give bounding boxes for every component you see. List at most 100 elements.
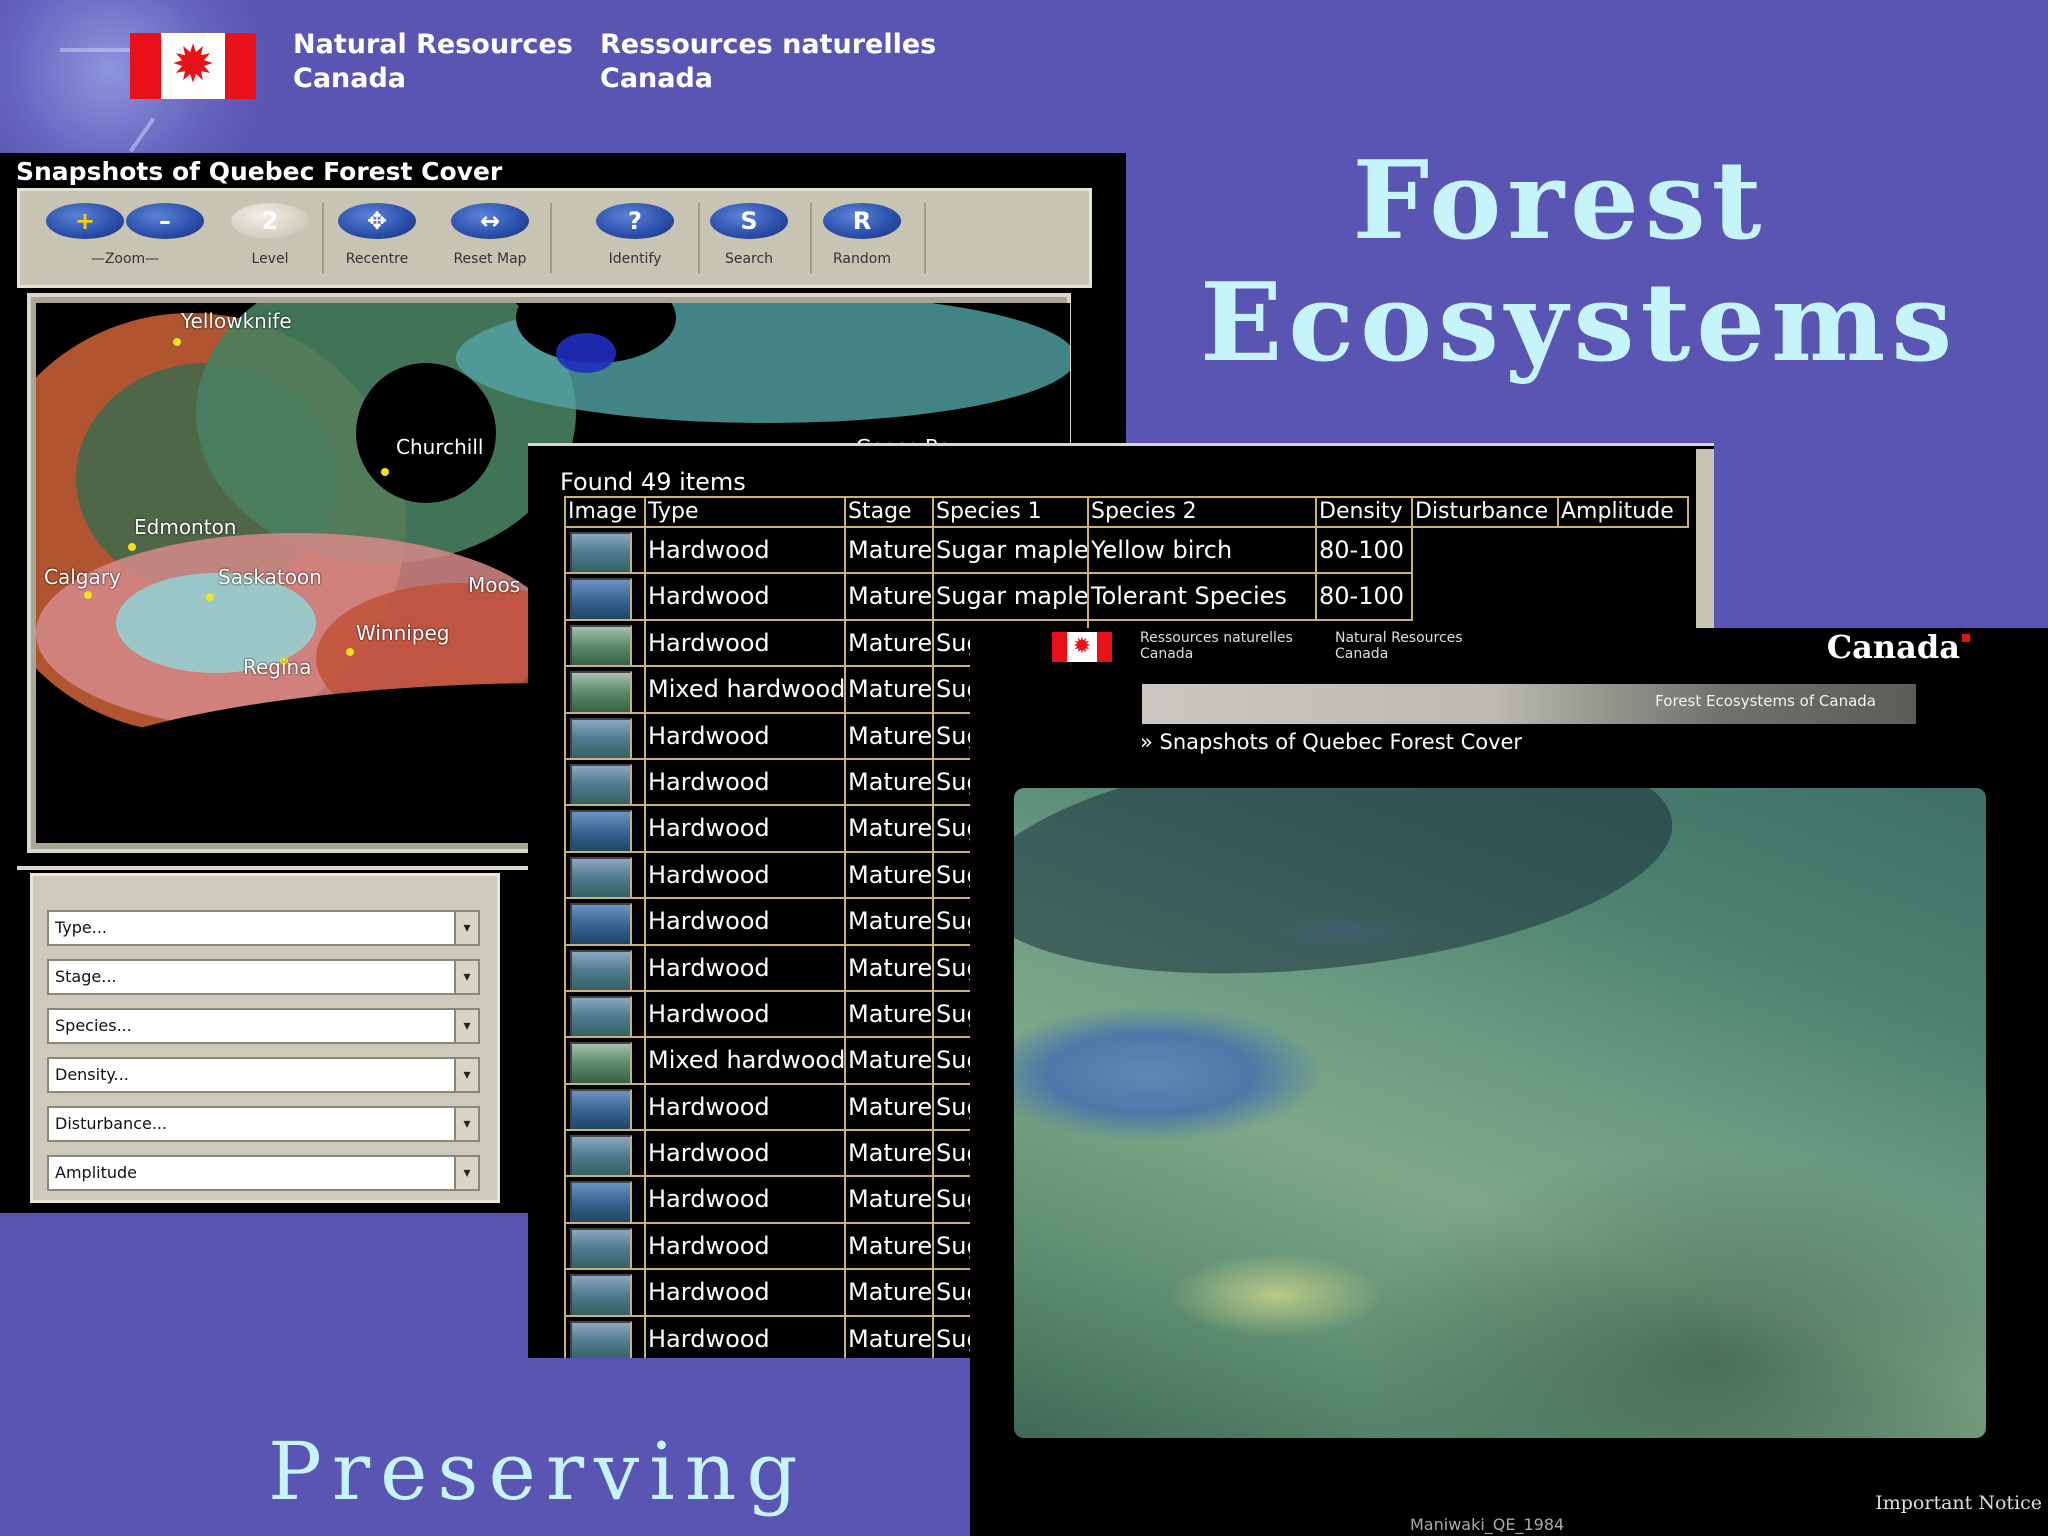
cell-type: Hardwood	[646, 1131, 846, 1178]
random-icon: R	[823, 203, 901, 239]
cell-density: 80-100	[1317, 574, 1413, 621]
map-label-winnipeg: Winnipeg	[356, 621, 450, 645]
canada-wordmark: Canada	[1827, 628, 1970, 666]
cell-type: Hardwood	[646, 759, 846, 807]
identify-icon: ?	[596, 203, 674, 239]
row-thumbnail[interactable]	[566, 620, 646, 668]
reset-map-button[interactable]: ↔ Reset Map	[445, 203, 535, 267]
important-notice-link[interactable]: Important Notice	[1875, 1492, 2042, 1514]
row-thumbnail[interactable]	[566, 1223, 646, 1271]
cell-type: Hardwood	[646, 1223, 846, 1271]
row-thumbnail[interactable]	[566, 1316, 646, 1358]
row-thumbnail[interactable]	[566, 1084, 646, 1132]
site-banner: Forest Ecosystems of Canada	[1142, 684, 1916, 724]
row-thumbnail[interactable]	[566, 806, 646, 853]
search-button[interactable]: S Search	[704, 203, 794, 267]
stage-select[interactable]: Stage... ▾	[47, 959, 480, 995]
column-header-species1[interactable]: Species 1	[934, 498, 1089, 528]
thumbnail-image	[570, 1135, 632, 1176]
cell-type: Hardwood	[646, 1177, 846, 1224]
row-thumbnail[interactable]	[566, 574, 646, 621]
photo-page-screenshot: ✹ Ressources naturelles Canada Natural R…	[970, 628, 2048, 1536]
column-header-type[interactable]: Type	[646, 498, 846, 528]
column-header-amplitude[interactable]: Amplitude	[1559, 498, 1689, 528]
cell-stage: Mature	[846, 852, 934, 900]
map-label-moos: Moos	[468, 573, 521, 597]
cell-species2: Yellow birch	[1089, 528, 1317, 575]
column-header-species2[interactable]: Species 2	[1089, 498, 1317, 528]
density-select[interactable]: Density... ▾	[47, 1057, 480, 1093]
row-thumbnail[interactable]	[566, 1177, 646, 1224]
type-select[interactable]: Type... ▾	[47, 910, 480, 946]
row-thumbnail[interactable]	[566, 945, 646, 992]
cell-type: Hardwood	[646, 899, 846, 946]
cell-stage: Mature	[846, 806, 934, 853]
cell-stage: Mature	[846, 991, 934, 1039]
recentre-button[interactable]: ✥ Recentre	[332, 203, 422, 267]
row-thumbnail[interactable]	[566, 1270, 646, 1317]
results-count: Found 49 items	[560, 468, 746, 496]
thumbnail-image	[570, 1227, 632, 1269]
map-label-regina: Regina	[243, 655, 312, 679]
column-header-stage[interactable]: Stage	[846, 498, 934, 528]
row-thumbnail[interactable]	[566, 899, 646, 946]
cell-species1: Sugar maple	[934, 528, 1089, 575]
map-label-yellowknife: Yellowknife	[181, 309, 292, 333]
random-button[interactable]: R Random	[817, 203, 907, 267]
species-select[interactable]: Species... ▾	[47, 1008, 480, 1044]
slide-title: Forest Ecosystems	[1200, 138, 1959, 386]
table-row[interactable]: Hardwood Mature Sugar maple Yellow birch 80-…	[566, 528, 1689, 575]
amplitude-select[interactable]: Amplitude ▾	[47, 1155, 480, 1191]
cell-type: Mixed hardwood	[646, 667, 846, 714]
zoom-out-button[interactable]: – —Zoom—	[91, 203, 210, 267]
identify-button[interactable]: ? Identify	[590, 203, 680, 267]
cell-type: Mixed hardwood	[646, 1038, 846, 1085]
scrollbar[interactable]	[1696, 449, 1714, 629]
cell-stage: Mature	[846, 1316, 934, 1358]
canada-flag-icon: ✹	[1052, 632, 1112, 662]
thumbnail-image	[570, 856, 632, 898]
thumbnail-image	[570, 578, 632, 619]
table-header: Image Type Stage Species 1 Species 2 Den…	[566, 496, 1689, 528]
reset-map-icon: ↔	[451, 203, 529, 239]
map-label-edmonton: Edmonton	[134, 515, 237, 539]
thumbnail-image	[570, 624, 632, 666]
cell-type: Hardwood	[646, 991, 846, 1039]
thumbnail-image	[570, 810, 632, 851]
row-thumbnail[interactable]	[566, 991, 646, 1039]
cell-stage: Mature	[846, 945, 934, 992]
thumbnail-image	[570, 1320, 632, 1358]
row-thumbnail[interactable]	[566, 528, 646, 575]
cell-density: 80-100	[1317, 528, 1413, 575]
map-label-calgary: Calgary	[44, 565, 121, 589]
maple-leaf-icon: ✹	[1072, 634, 1092, 659]
slide-subtitle: Preserving	[268, 1425, 808, 1518]
toolbar-divider	[550, 203, 552, 273]
cell-stage: Mature	[846, 1270, 934, 1317]
row-thumbnail[interactable]	[566, 1038, 646, 1085]
breadcrumb-link[interactable]: » Snapshots of Quebec Forest Cover	[1140, 730, 1522, 754]
level-button[interactable]: 2 Level	[225, 203, 315, 267]
maple-leaf-icon: ✹	[171, 35, 215, 95]
row-thumbnail[interactable]	[566, 852, 646, 900]
cell-type: Hardwood	[646, 528, 846, 575]
chevron-down-icon: ▾	[454, 1157, 478, 1189]
thumbnail-image	[570, 763, 632, 805]
cell-species1: Sugar maple	[934, 574, 1089, 621]
table-row[interactable]: Hardwood Mature Sugar maple Tolerant Specie…	[566, 574, 1689, 621]
cell-type: Hardwood	[646, 806, 846, 853]
column-header-image[interactable]: Image	[566, 498, 646, 528]
chevron-down-icon: ▾	[454, 1059, 478, 1091]
zoom-in-button[interactable]: +	[40, 203, 130, 251]
search-icon: S	[710, 203, 788, 239]
row-thumbnail[interactable]	[566, 713, 646, 760]
row-thumbnail[interactable]	[566, 759, 646, 807]
department-name-french: Ressources naturelles Canada	[600, 29, 937, 94]
column-header-disturbance[interactable]: Disturbance	[1413, 498, 1559, 528]
column-header-density[interactable]: Density	[1317, 498, 1413, 528]
row-thumbnail[interactable]	[566, 1131, 646, 1178]
row-thumbnail[interactable]	[566, 667, 646, 714]
cell-species2: Tolerant Species	[1089, 574, 1317, 621]
thumbnail-image	[570, 1274, 632, 1315]
disturbance-select[interactable]: Disturbance... ▾	[47, 1106, 480, 1142]
